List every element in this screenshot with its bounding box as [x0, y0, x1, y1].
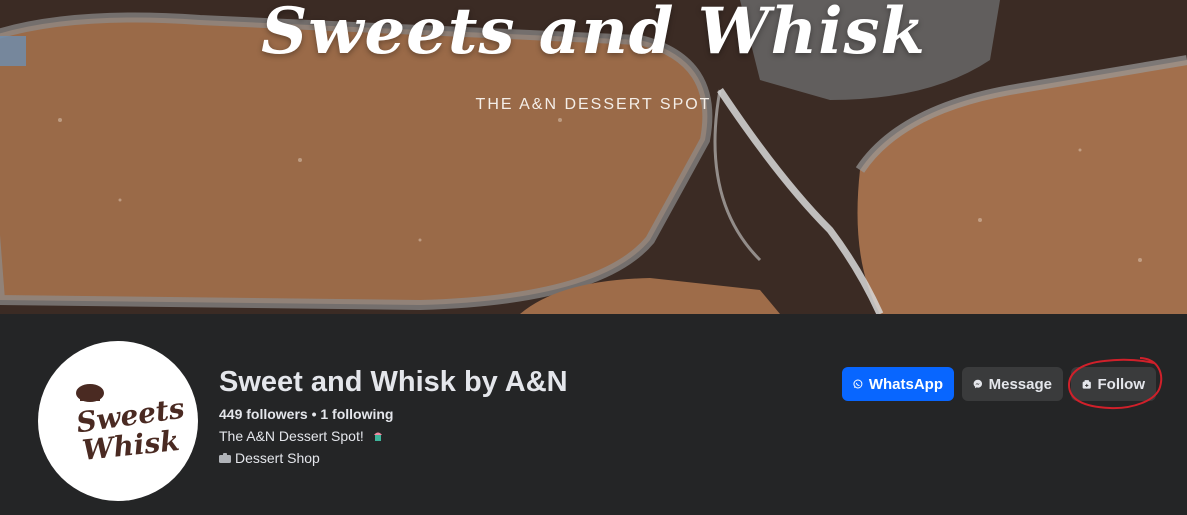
- whatsapp-icon: [853, 379, 863, 389]
- message-label: Message: [988, 375, 1052, 393]
- message-button[interactable]: Message: [962, 367, 1063, 401]
- bio-text: The A&N Dessert Spot!: [219, 428, 364, 444]
- follow-button[interactable]: Follow: [1071, 367, 1156, 401]
- page-bio: The A&N Dessert Spot!: [219, 428, 384, 444]
- profile-avatar[interactable]: Sweets Whisk: [38, 341, 198, 501]
- follower-stats[interactable]: 449 followers • 1 following: [219, 406, 394, 422]
- messenger-icon: [973, 379, 983, 389]
- page-category: Dessert Shop: [219, 450, 320, 466]
- cover-subtitle: THE A&N DESSERT SPOT: [475, 96, 712, 113]
- cover-photo[interactable]: Sweets and Whisk THE A&N DESSERT SPOT: [0, 0, 1187, 314]
- category-icon: [219, 453, 231, 463]
- page-title[interactable]: Sweet and Whisk by A&N: [219, 366, 568, 399]
- follow-page-icon: [1082, 379, 1091, 389]
- cover-title: Sweets and Whisk: [261, 0, 926, 69]
- category-label: Dessert Shop: [235, 450, 320, 466]
- cupcake-emoji-icon: [373, 432, 382, 441]
- whatsapp-label: WhatsApp: [868, 375, 943, 393]
- follow-label: Follow: [1097, 375, 1146, 393]
- whatsapp-button[interactable]: WhatsApp: [842, 367, 954, 401]
